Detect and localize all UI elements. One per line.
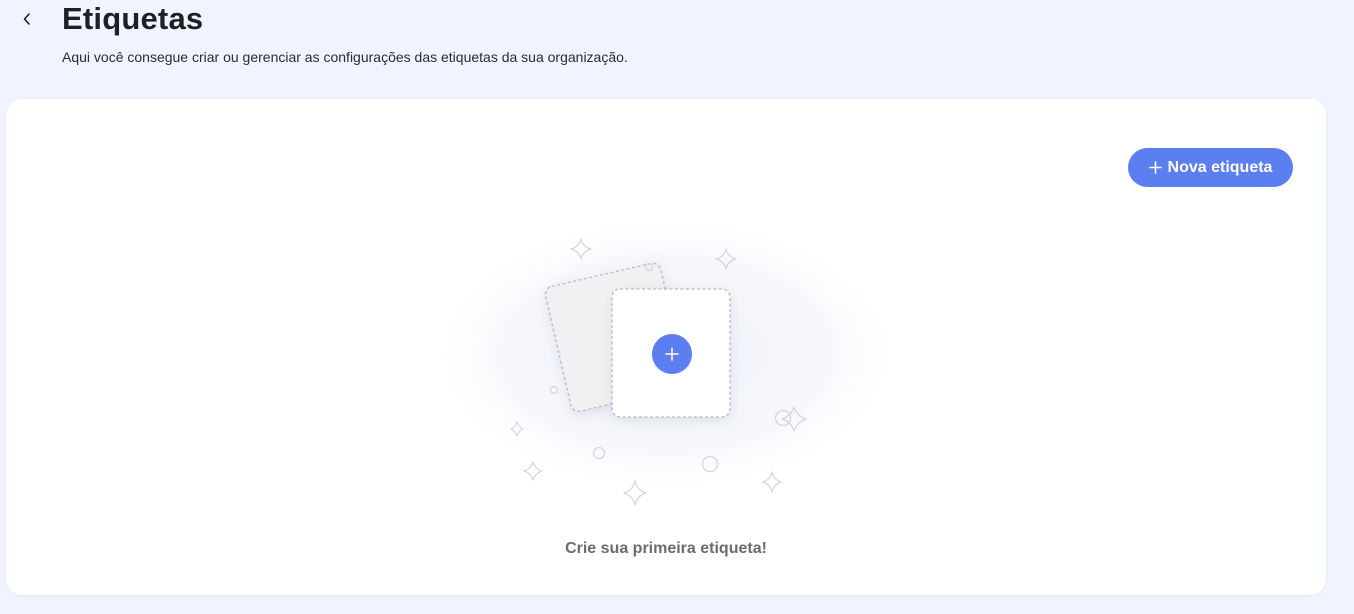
empty-state-illustration (431, 229, 901, 506)
plus-icon (1148, 161, 1162, 174)
chevron-left-icon (23, 13, 30, 25)
back-button[interactable] (16, 8, 38, 30)
empty-state-message: Crie sua primeira etiqueta! (565, 540, 767, 557)
page-title: Etiquetas (62, 1, 204, 36)
labels-page: Etiquetas Aqui você consegue criar ou ge… (0, 0, 1354, 614)
new-label-button-label: Nova etiqueta (1167, 158, 1273, 176)
labels-card: Nova etiqueta Crie sua primeira etiqueta… (6, 99, 1326, 595)
add-circle-icon (652, 334, 692, 374)
page-subtitle: Aqui você consegue criar ou gerenciar as… (62, 49, 628, 65)
new-label-button[interactable]: Nova etiqueta (1128, 148, 1293, 187)
